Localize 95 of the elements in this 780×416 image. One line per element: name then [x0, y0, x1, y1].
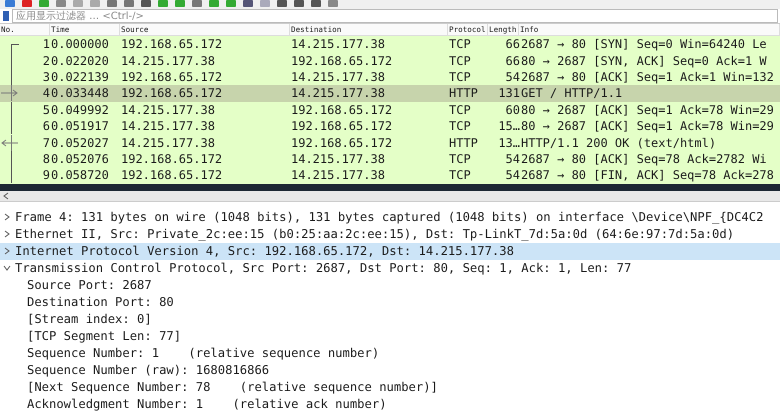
- detail-field[interactable]: [Next Sequence Number: 78 (relative sequence number)]: [0, 378, 780, 396]
- packet-number: 8: [42, 152, 50, 166]
- protocol: TCP: [449, 54, 472, 68]
- source-address: 192.168.65.172: [121, 152, 224, 166]
- packet-info: GET / HTTP/1.1: [520, 86, 624, 100]
- expand-chevron-icon[interactable]: [2, 212, 12, 222]
- detail-tree-item[interactable]: Ethernet II, Src: Private_2c:ee:15 (b0:25:aa:2c:ee:15), Dst: Tp-LinkT_7d:5a:0d (64:6e:97:7d:5a:0d): [0, 226, 780, 243]
- packet-number: 7: [42, 136, 50, 150]
- source-address: 14.215.177.38: [121, 119, 216, 134]
- packet-time: 0.052027: [50, 136, 110, 150]
- packet-info: 2687 → 80 [ACK] Seq=78 Ack=2782 Wi: [520, 152, 768, 166]
- destination-address: 14.215.177.38: [291, 168, 386, 182]
- conversation-start-icon: [11, 44, 19, 54]
- packet-row[interactable]: 5 0.049992 14.215.177.38 192.168.65.172 TCP 6080 → 2687 [ACK] Seq=1 Ack=78 Win=29: [0, 102, 780, 118]
- packet-row[interactable]: 60.051917 14.215.177.38 192.168.65.172 TCP 15…80 → 2687 [ACK] Seq=1 Ack=78 Win=29: [0, 118, 780, 134]
- source-address: 192.168.65.172: [121, 37, 224, 52]
- packet-row[interactable]: 40.033448 192.168.65.172 14.215.177.38 HTTP 131GET / HTTP/1.1: [0, 85, 780, 102]
- detail-field[interactable]: [Stream index: 0]: [0, 310, 780, 328]
- destination-address: 192.168.65.172: [291, 119, 394, 134]
- detail-tree-item[interactable]: Internet Protocol Version 4, Src: 192.168.65.172, Dst: 14.215.177.38: [0, 242, 780, 260]
- bookmark-icon[interactable]: [2, 11, 10, 21]
- packet-number: 1: [42, 37, 50, 52]
- destination-address: 14.215.177.38: [291, 152, 386, 166]
- packet-length: 13…: [497, 136, 520, 150]
- collapse-chevron-icon[interactable]: [2, 263, 12, 274]
- detail-tree-item[interactable]: Frame 4: 131 bytes on wire (1048 bits), 131 bytes captured (1048 bits) on interface \Device\NPF_{DC4C2: [0, 208, 780, 226]
- packet-info: 80 → 2687 [ACK] Seq=1 Ack=78 Win=29: [520, 119, 775, 134]
- horizontal-scrollbar[interactable]: [0, 190, 780, 202]
- response-arrow-icon: [1, 134, 18, 151]
- detail-field[interactable]: Destination Port: 80: [0, 294, 780, 311]
- detail-tree-item[interactable]: Transmission Control Protocol, Src Port: 2687, Dst Port: 80, Seq: 1, Ack: 1, Len: 77: [0, 260, 780, 277]
- protocol: TCP: [449, 102, 472, 117]
- packet-info: 2687 → 80 [SYN] Seq=0 Win=64240 Le: [520, 37, 768, 52]
- source-address: 14.215.177.38: [121, 136, 216, 150]
- scroll-left-icon[interactable]: [2, 192, 10, 200]
- packet-number: 3: [42, 70, 50, 84]
- detail-field[interactable]: Source Port: 2687: [0, 276, 780, 294]
- packet-length: 15…: [497, 119, 520, 134]
- packet-length: 131: [497, 86, 520, 100]
- expand-chevron-icon[interactable]: [2, 246, 12, 256]
- packet-number: 6: [42, 119, 50, 134]
- protocol: HTTP: [449, 86, 479, 100]
- detail-field[interactable]: Acknowledgment Number: 1 (relative ack number): [0, 396, 780, 413]
- packet-info: 2687 → 80 [ACK] Seq=1 Ack=1 Win=132: [520, 70, 775, 84]
- packet-info: 80 → 2687 [SYN, ACK] Seq=0 Ack=1 W: [520, 54, 768, 68]
- destination-address: 192.168.65.172: [291, 54, 394, 68]
- packet-row[interactable]: 7 0.052027 14.215.177.38 192.168.65.172 HTTP 13…HTTP/1.1 200 OK (text/html): [0, 134, 780, 151]
- source-address: 192.168.65.172: [121, 86, 224, 100]
- protocol: TCP: [449, 37, 472, 52]
- packet-time: 0.000000: [50, 37, 110, 52]
- packet-length: 54: [504, 168, 520, 182]
- protocol: HTTP: [449, 136, 479, 150]
- source-address: 192.168.65.172: [121, 168, 224, 182]
- packet-number: 4: [42, 86, 50, 100]
- protocol: TCP: [449, 119, 472, 134]
- protocol: TCP: [449, 70, 472, 84]
- packet-time: 0.022139: [50, 70, 110, 84]
- packet-time: 0.022020: [50, 54, 110, 68]
- packet-row[interactable]: 80.052076 192.168.65.172 14.215.177.38 TCP 542687 → 80 [ACK] Seq=78 Ack=2782 Wi: [0, 150, 780, 168]
- detail-field[interactable]: Sequence Number: 1 (relative sequence number): [0, 344, 780, 362]
- packet-info: 80 → 2687 [ACK] Seq=1 Ack=78 Win=29: [520, 102, 775, 117]
- packet-time: 0.033448: [50, 86, 110, 100]
- destination-address: 192.168.65.172: [291, 102, 394, 117]
- packet-number: 5: [42, 102, 50, 117]
- protocol: TCP: [449, 168, 472, 182]
- request-arrow-icon: [1, 85, 18, 102]
- detail-field[interactable]: [TCP Segment Len: 77]: [0, 328, 780, 345]
- destination-address: 14.215.177.38: [291, 70, 386, 84]
- packet-row[interactable]: 3 0.022139 192.168.65.172 14.215.177.38 TCP 542687 → 80 [ACK] Seq=1 Ack=1 Win=132: [0, 68, 780, 86]
- packet-row[interactable]: 90.058720 192.168.65.172 14.215.177.38 TCP 542687 → 80 [FIN, ACK] Seq=78 Ack=278: [0, 167, 780, 184]
- destination-address: 14.215.177.38: [291, 86, 386, 100]
- source-address: 14.215.177.38: [121, 102, 216, 117]
- expand-chevron-icon[interactable]: [2, 229, 12, 240]
- packet-number: 2: [42, 54, 50, 68]
- packet-length: 54: [504, 152, 520, 166]
- display-filter-field[interactable]: 应用显示过滤器 … <Ctrl-/>: [12, 9, 778, 23]
- packet-length: 60: [504, 102, 520, 117]
- destination-address: 14.215.177.38: [291, 37, 386, 52]
- source-address: 192.168.65.172: [121, 70, 224, 84]
- packet-info: HTTP/1.1 200 OK (text/html): [520, 136, 718, 150]
- detail-field[interactable]: Sequence Number (raw): 1680816866: [0, 362, 780, 379]
- packet-time: 0.058720: [50, 168, 110, 182]
- packet-time: 0.052076: [50, 152, 110, 166]
- packet-time: 0.049992: [50, 102, 110, 117]
- destination-address: 192.168.65.172: [291, 136, 394, 150]
- packet-info: 2687 → 80 [FIN, ACK] Seq=78 Ack=278: [520, 168, 775, 182]
- packet-time: 0.051917: [50, 119, 110, 134]
- packet-row[interactable]: 10.000000 192.168.65.172 14.215.177.38 TCP 662687 → 80 [SYN] Seq=0 Win=64240 Le: [0, 36, 780, 52]
- packet-length: 66: [504, 37, 520, 52]
- packet-length: 66: [504, 54, 520, 68]
- packet-number: 9: [42, 168, 50, 182]
- packet-row[interactable]: 2 0.022020 14.215.177.38 192.168.65.172 TCP 6680 → 2687 [SYN, ACK] Seq=0 Ack=1 W: [0, 52, 780, 69]
- source-address: 14.215.177.38: [121, 54, 216, 68]
- protocol: TCP: [449, 152, 472, 166]
- packet-length: 54: [504, 70, 520, 84]
